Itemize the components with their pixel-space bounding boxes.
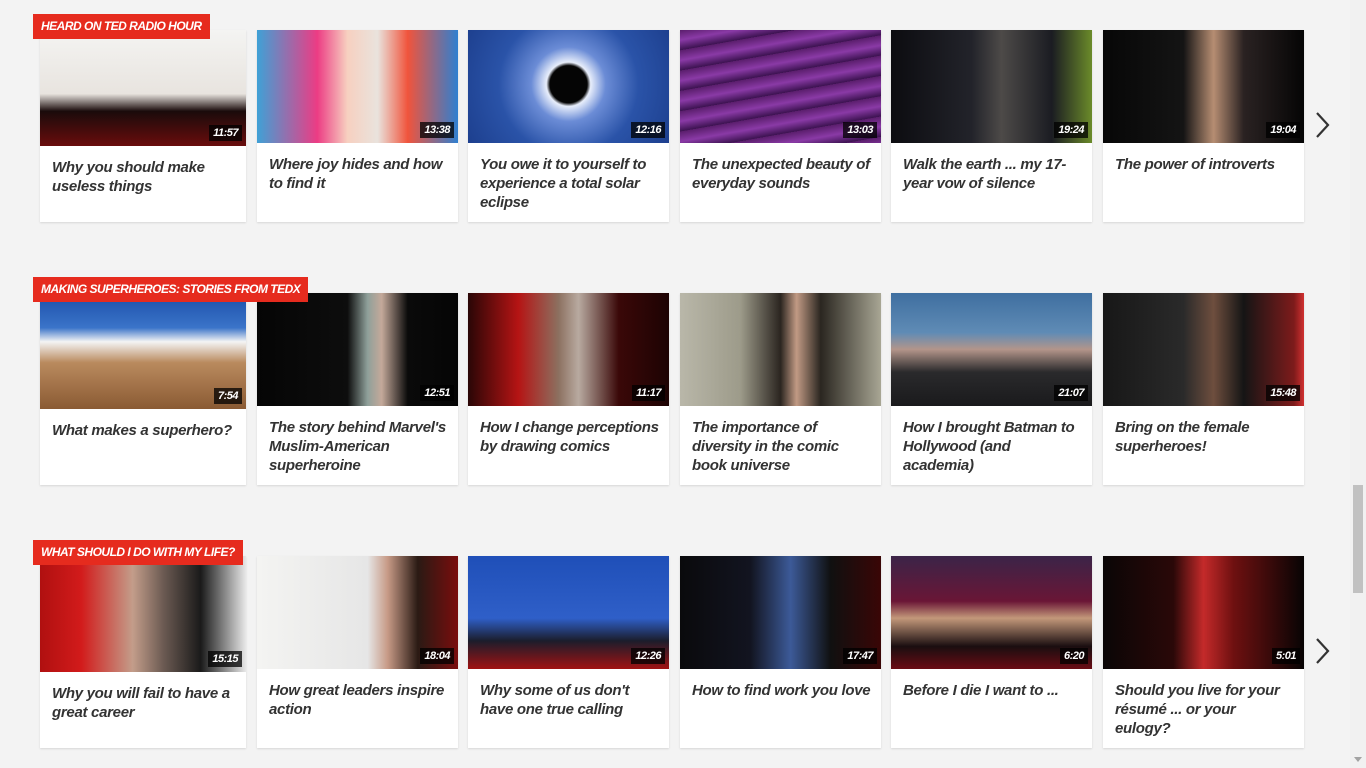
duration-badge: 19:04 xyxy=(1266,122,1300,138)
playlist-badge[interactable]: MAKING SUPERHEROES: STORIES FROM TEDX xyxy=(33,277,309,302)
talk-thumbnail[interactable]: 13:03 xyxy=(680,30,881,143)
talk-title[interactable]: How to find work you love xyxy=(692,681,871,700)
talk-title[interactable]: Why you should make useless things xyxy=(52,158,236,196)
talk-card[interactable]: 18:04 How great leaders inspire action xyxy=(257,556,458,748)
talk-title[interactable]: Should you live for your résumé ... or y… xyxy=(1115,681,1294,738)
talk-thumbnail[interactable]: 12:51 xyxy=(257,293,458,406)
talk-card[interactable]: 13:03 The unexpected beauty of everyday s… xyxy=(680,30,881,222)
talk-title[interactable]: What makes a superhero? xyxy=(52,421,236,440)
scroll-down-arrow-icon[interactable] xyxy=(1354,757,1362,762)
talk-card[interactable]: 6:20 Before I die I want to ... xyxy=(891,556,1092,748)
talk-title[interactable]: The power of introverts xyxy=(1115,155,1294,174)
talk-thumbnail[interactable]: 12:26 xyxy=(468,556,669,669)
talk-card[interactable]: 5:01 Should you live for your résumé ... … xyxy=(1103,556,1304,748)
talk-row: HEARD ON TED RADIO HOUR 11:57 Why you shou… xyxy=(0,0,1350,222)
talk-thumbnail[interactable]: 5:01 xyxy=(1103,556,1304,669)
talk-thumbnail[interactable]: 13:38 xyxy=(257,30,458,143)
talk-title[interactable]: How I change perceptions by drawing comi… xyxy=(480,418,659,456)
talk-title[interactable]: Before I die I want to ... xyxy=(903,681,1082,700)
talk-title[interactable]: The unexpected beauty of everyday sounds xyxy=(692,155,871,193)
talk-thumbnail[interactable]: 21:07 xyxy=(891,293,1092,406)
talk-thumbnail[interactable]: 12:16 xyxy=(468,30,669,143)
talk-thumbnail[interactable]: 17:47 xyxy=(680,556,881,669)
scrollbar-thumb[interactable] xyxy=(1353,485,1363,593)
talk-title[interactable]: You owe it to yourself to experience a t… xyxy=(480,155,659,212)
duration-badge: 13:38 xyxy=(420,122,454,138)
talk-title[interactable]: Walk the earth ... my 17-year vow of sil… xyxy=(903,155,1082,193)
chevron-right-icon[interactable] xyxy=(1312,636,1332,666)
chevron-right-icon[interactable] xyxy=(1312,110,1332,140)
duration-badge: 6:20 xyxy=(1059,648,1088,664)
talk-title[interactable]: The story behind Marvel's Muslim-America… xyxy=(269,418,448,475)
duration-badge: 11:17 xyxy=(632,385,665,401)
talk-thumbnail[interactable]: 6:20 xyxy=(891,556,1092,669)
talk-title[interactable]: How great leaders inspire action xyxy=(269,681,448,719)
playlist-badge[interactable]: HEARD ON TED RADIO HOUR xyxy=(33,14,210,39)
talk-card[interactable]: 17:47 How to find work you love xyxy=(680,556,881,748)
talk-thumbnail[interactable]: 11:57 xyxy=(40,30,246,146)
talk-thumbnail[interactable] xyxy=(680,293,881,406)
duration-badge: 21:07 xyxy=(1054,385,1088,401)
duration-badge: 12:16 xyxy=(631,122,665,138)
talk-card[interactable]: 12:51 The story behind Marvel's Muslim-Am… xyxy=(257,293,458,485)
duration-badge: 7:54 xyxy=(213,388,242,404)
talk-card[interactable]: 15:15 Why you will fail to have a great c… xyxy=(40,556,246,748)
talk-title[interactable]: Why you will fail to have a great career xyxy=(52,684,236,722)
talk-thumbnail[interactable]: 19:24 xyxy=(891,30,1092,143)
duration-badge: 12:51 xyxy=(420,385,454,401)
talk-card[interactable]: 21:07 How I brought Batman to Hollywood (… xyxy=(891,293,1092,485)
talk-card[interactable]: 12:26 Why some of us don't have one true … xyxy=(468,556,669,748)
talk-thumbnail[interactable]: 18:04 xyxy=(257,556,458,669)
duration-badge: 5:01 xyxy=(1271,648,1300,664)
duration-badge: 15:15 xyxy=(208,651,242,667)
duration-badge: 13:03 xyxy=(843,122,877,138)
talk-title[interactable]: Why some of us don't have one true calli… xyxy=(480,681,659,719)
talk-row: WHAT SHOULD I DO WITH MY LIFE? 15:15 Why y… xyxy=(0,526,1350,748)
talk-card[interactable]: The importance of diversity in the comic… xyxy=(680,293,881,485)
duration-badge: 17:47 xyxy=(843,648,877,664)
talk-card[interactable]: 19:24 Walk the earth ... my 17-year vow o… xyxy=(891,30,1092,222)
talk-card[interactable]: 7:54 What makes a superhero? xyxy=(40,293,246,485)
talk-thumbnail[interactable]: 15:48 xyxy=(1103,293,1304,406)
talk-card[interactable]: 19:04 The power of introverts xyxy=(1103,30,1304,222)
duration-badge: 11:57 xyxy=(209,125,242,141)
talk-title[interactable]: Bring on the female superheroes! xyxy=(1115,418,1294,456)
duration-badge: 19:24 xyxy=(1054,122,1088,138)
duration-badge: 18:04 xyxy=(420,648,454,664)
talk-card[interactable]: 15:48 Bring on the female superheroes! xyxy=(1103,293,1304,485)
talk-title[interactable]: Where joy hides and how to find it xyxy=(269,155,448,193)
talk-card[interactable]: 12:16 You owe it to yourself to experienc… xyxy=(468,30,669,222)
talk-card[interactable]: 11:57 Why you should make useless things xyxy=(40,30,246,222)
talk-row: MAKING SUPERHEROES: STORIES FROM TEDX 7:5… xyxy=(0,263,1350,485)
talk-card[interactable]: 13:38 Where joy hides and how to find it xyxy=(257,30,458,222)
talk-thumbnail[interactable]: 15:15 xyxy=(40,556,246,672)
talk-title[interactable]: How I brought Batman to Hollywood (and a… xyxy=(903,418,1082,475)
talk-thumbnail[interactable]: 7:54 xyxy=(40,293,246,409)
playlist-badge[interactable]: WHAT SHOULD I DO WITH MY LIFE? xyxy=(33,540,243,565)
page-scrollbar[interactable] xyxy=(1350,0,1366,768)
talk-thumbnail[interactable]: 19:04 xyxy=(1103,30,1304,143)
duration-badge: 15:48 xyxy=(1266,385,1300,401)
talk-thumbnail[interactable]: 11:17 xyxy=(468,293,669,406)
talk-title[interactable]: The importance of diversity in the comic… xyxy=(692,418,871,475)
talk-card[interactable]: 11:17 How I change perceptions by drawing… xyxy=(468,293,669,485)
duration-badge: 12:26 xyxy=(631,648,665,664)
